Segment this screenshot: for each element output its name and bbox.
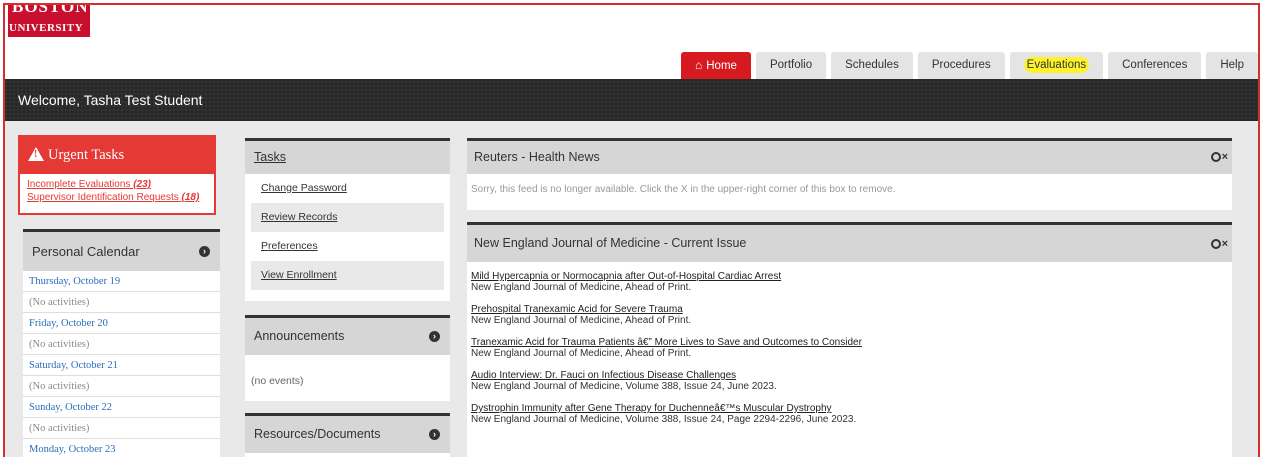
change-password-link[interactable]: Change Password — [251, 174, 444, 203]
article-source: New England Journal of Medicine, Ahead o… — [471, 315, 692, 326]
header: BOSTON UNIVERSITY ⌂ Home Portfolio Schedu… — [5, 5, 1258, 79]
reuters-feed-title: Reuters - Health News — [474, 150, 600, 164]
announcements-header: Announcements › — [245, 315, 450, 355]
article-link[interactable]: Mild Hypercapnia or Normocapnia after Ou… — [471, 271, 1232, 282]
tab-procedures[interactable]: Procedures — [917, 52, 1005, 79]
article-link[interactable]: Prehospital Tranexamic Acid for Severe T… — [471, 304, 1232, 315]
announcements-body: (no events) — [251, 375, 304, 387]
article-link[interactable]: Dystrophin Immunity after Gene Therapy f… — [471, 403, 1232, 414]
article-link[interactable]: Tranexamic Acid for Trauma Patients â€” … — [471, 337, 1232, 348]
calendar-title: Personal Calendar — [32, 244, 140, 259]
urgent-tasks-header: Urgent Tasks — [20, 137, 214, 174]
tab-portfolio[interactable]: Portfolio — [755, 52, 827, 79]
incomplete-evaluations-label: Incomplete Evaluations — [27, 179, 131, 190]
personal-calendar-panel: Personal Calendar › Thursday, October 19… — [23, 229, 220, 457]
preferences-link[interactable]: Preferences — [251, 232, 444, 261]
tab-schedules-label: Schedules — [845, 59, 899, 71]
announcements-panel: Announcements › (no events) — [245, 315, 450, 401]
home-icon: ⌂ — [695, 58, 703, 72]
tab-evaluations-label: Evaluations — [1023, 57, 1090, 73]
review-records-link[interactable]: Review Records — [251, 203, 444, 232]
collapse-icon[interactable] — [1210, 152, 1221, 162]
reuters-feed-note: Sorry, this feed is no longer available.… — [471, 184, 896, 195]
tab-home-label: Home — [706, 60, 737, 72]
calendar-day-note: (No activities) — [23, 292, 220, 313]
list-item: Audio Interview: Dr. Fauci on Infectious… — [467, 370, 1232, 393]
panel-controls: × — [1210, 151, 1228, 163]
tab-schedules[interactable]: Schedules — [831, 52, 913, 79]
app-frame: BOSTON UNIVERSITY ⌂ Home Portfolio Schedu… — [3, 3, 1260, 457]
calendar-day[interactable]: Thursday, October 19 — [23, 271, 220, 292]
calendar-day[interactable]: Saturday, October 21 — [23, 355, 220, 376]
tab-conferences-label: Conferences — [1122, 59, 1188, 71]
calendar-day[interactable]: Monday, October 23 — [23, 439, 220, 457]
tab-evaluations[interactable]: Evaluations — [1009, 52, 1104, 79]
panel-controls: × — [1210, 238, 1228, 250]
warning-icon — [28, 147, 44, 161]
calendar-day-note: (No activities) — [23, 418, 220, 439]
supervisor-requests-count: (18) — [181, 192, 200, 203]
tasks-panel: Tasks Change Password Review Records Pre… — [245, 138, 450, 301]
list-item: Tranexamic Acid for Trauma Patients â€” … — [467, 337, 1232, 360]
expand-icon[interactable]: › — [199, 246, 210, 257]
main-nav: ⌂ Home Portfolio Schedules Procedures Eva… — [681, 52, 1258, 79]
resources-title: Resources/Documents — [254, 427, 381, 441]
announcements-title: Announcements — [254, 329, 345, 343]
tab-home[interactable]: ⌂ Home — [681, 52, 751, 79]
tab-procedures-label: Procedures — [931, 59, 991, 71]
reuters-feed-panel: Reuters - Health News × Sorry, this feed… — [467, 138, 1232, 210]
expand-icon[interactable]: › — [429, 429, 440, 440]
supervisor-requests-label: Supervisor Identification Requests — [27, 192, 179, 203]
calendar-day-note: (No activities) — [23, 376, 220, 397]
reuters-feed-header: Reuters - Health News × — [467, 138, 1232, 174]
nejm-feed-header: New England Journal of Medicine - Curren… — [467, 222, 1232, 262]
welcome-bar: Welcome, Tasha Test Student — [5, 79, 1258, 121]
view-enrollment-link[interactable]: View Enrollment — [251, 261, 444, 290]
tab-help[interactable]: Help — [1206, 52, 1258, 79]
incomplete-evaluations-count: (23) — [133, 179, 151, 190]
tab-help-label: Help — [1220, 59, 1244, 71]
nejm-feed-title: New England Journal of Medicine - Curren… — [474, 236, 747, 250]
university-logo[interactable]: BOSTON UNIVERSITY — [8, 5, 90, 37]
tasks-header[interactable]: Tasks — [245, 138, 450, 174]
calendar-day[interactable]: Friday, October 20 — [23, 313, 220, 334]
article-source: New England Journal of Medicine, Ahead o… — [471, 282, 692, 293]
nejm-feed-panel: New England Journal of Medicine - Curren… — [467, 222, 1232, 457]
list-item: Prehospital Tranexamic Acid for Severe T… — [467, 304, 1232, 327]
tab-conferences[interactable]: Conferences — [1108, 52, 1202, 79]
collapse-icon[interactable] — [1210, 239, 1221, 249]
urgent-tasks-panel: Urgent Tasks Incomplete Evaluations (23)… — [18, 135, 216, 215]
article-source: New England Journal of Medicine, Ahead o… — [471, 348, 692, 359]
list-item: Mild Hypercapnia or Normocapnia after Ou… — [467, 271, 1232, 294]
article-source: New England Journal of Medicine, Volume … — [471, 414, 857, 425]
logo-line1: BOSTON — [12, 5, 89, 16]
expand-icon[interactable]: › — [429, 331, 440, 342]
list-item: Dystrophin Immunity after Gene Therapy f… — [467, 403, 1232, 426]
close-icon[interactable]: × — [1222, 238, 1228, 250]
supervisor-requests-link[interactable]: Supervisor Identification Requests (18) — [27, 192, 214, 203]
tab-portfolio-label: Portfolio — [769, 59, 813, 71]
resources-header: Resources/Documents › — [245, 413, 450, 453]
close-icon[interactable]: × — [1222, 151, 1228, 163]
incomplete-evaluations-link[interactable]: Incomplete Evaluations (23) — [27, 179, 214, 190]
resources-panel: Resources/Documents › — [245, 413, 450, 457]
calendar-day-note: (No activities) — [23, 334, 220, 355]
calendar-header: Personal Calendar › — [23, 229, 220, 271]
calendar-day[interactable]: Sunday, October 22 — [23, 397, 220, 418]
article-source: New England Journal of Medicine, Volume … — [471, 381, 777, 392]
logo-line2: UNIVERSITY — [9, 22, 84, 34]
urgent-tasks-title: Urgent Tasks — [48, 147, 125, 163]
article-link[interactable]: Audio Interview: Dr. Fauci on Infectious… — [471, 370, 1232, 381]
